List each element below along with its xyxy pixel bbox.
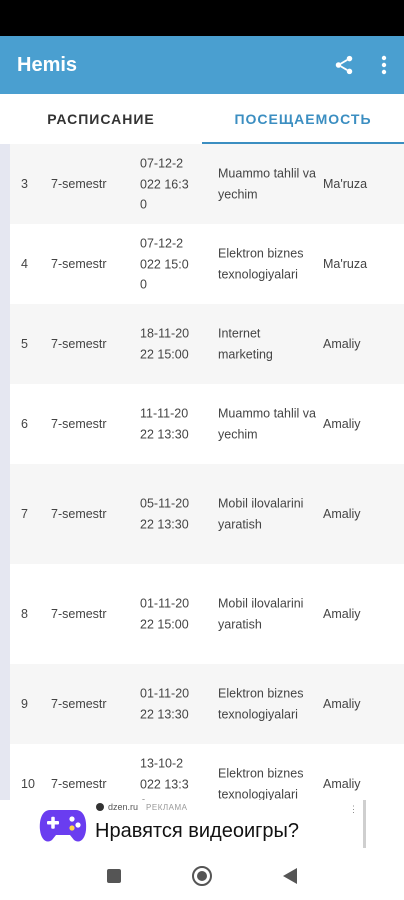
table-row[interactable]: 8 7-semestr 01-11-2022 15:00 Mobil ilova… [10,564,404,664]
row-type: Amaliy [323,506,361,521]
tab-schedule[interactable]: РАСПИСАНИЕ [0,94,202,144]
row-semester: 7-semestr [51,256,107,271]
system-nav-bar [0,852,404,900]
row-semester: 7-semestr [51,776,107,791]
dzen-logo-icon [96,803,104,811]
attendance-table[interactable]: 3 7-semestr 07-12-2022 16:30 Muammo tahl… [0,144,404,800]
row-date: 05-11-2022 13:30 [140,496,190,532]
row-type: Amaliy [323,776,361,791]
home-circle-icon[interactable] [188,862,216,890]
table-left-edge [0,144,10,800]
row-date: 01-11-2022 13:30 [140,686,190,722]
row-date: 11-11-2022 13:30 [140,406,189,442]
row-type: Amaliy [323,336,361,351]
row-date: 01-11-2022 15:00 [140,596,190,632]
table-row[interactable]: 9 7-semestr 01-11-2022 13:30 Elektron bi… [10,664,404,744]
table-row[interactable]: 6 7-semestr 11-11-2022 13:30 Muammo tahl… [10,384,404,464]
row-date: 07-12-2022 16:30 [140,156,189,212]
row-subject: Internet marketing [218,326,273,362]
row-semester: 7-semestr [51,506,107,521]
table-rows: 3 7-semestr 07-12-2022 16:30 Muammo tahl… [10,144,404,800]
status-bar [0,0,404,36]
tab-attendance[interactable]: ПОСЕЩАЕМОСТЬ [202,94,404,144]
row-number: 4 [21,256,28,271]
back-triangle-icon[interactable] [276,862,304,890]
ad-headline: Нравятся видеоигры? [95,820,300,842]
app-bar: Hemis [0,36,404,94]
row-number: 9 [21,696,28,711]
ad-banner[interactable]: dzen.ru РЕКЛАМА ⋮ Нравятся видеоигры? [38,800,366,852]
table-row[interactable]: 7 7-semestr 05-11-2022 13:30 Mobil ilova… [10,464,404,564]
row-date: 07-12-2022 15:00 [140,236,189,292]
ad-label: РЕКЛАМА [146,802,188,812]
table-row[interactable]: 10 7-semestr 13-10-2022 13:30 Elektron b… [10,744,404,800]
tab-bar: РАСПИСАНИЕ ПОСЕЩАЕМОСТЬ [0,94,404,144]
row-subject: Elektron biznes texnologiyalari [218,246,304,282]
row-type: Ma'ruza [323,176,368,191]
row-type: Amaliy [323,696,361,711]
row-number: 6 [21,416,28,431]
row-type: Amaliy [323,606,361,621]
row-semester: 7-semestr [51,416,107,431]
row-number: 3 [21,176,28,191]
row-semester: 7-semestr [51,336,107,351]
row-date: 18-11-2022 15:00 [140,326,190,362]
row-subject: Muammo tahlil va yechim [218,406,316,442]
row-subject: Mobil ilovalarini yaratish [218,496,304,532]
table-row[interactable]: 3 7-semestr 07-12-2022 16:30 Muammo tahl… [10,144,404,224]
ad-menu-icon[interactable]: ⋮ [349,804,358,815]
ad-divider [363,800,366,848]
row-number: 10 [21,776,35,791]
share-icon[interactable] [324,45,364,85]
row-number: 8 [21,606,28,621]
row-type: Ma'ruza [323,256,368,271]
more-vert-icon[interactable] [364,45,404,85]
row-type: Amaliy [323,416,361,431]
recents-square-icon[interactable] [100,862,128,890]
app-title: Hemis [17,53,78,76]
row-number: 7 [21,506,28,521]
table-row[interactable]: 5 7-semestr 18-11-2022 15:00 Internet ma… [10,304,404,384]
row-date: 13-10-2022 13:30 [140,756,189,800]
row-number: 5 [21,336,28,351]
row-subject: Elektron biznes texnologiyalari [218,686,304,722]
table-row[interactable]: 4 7-semestr 07-12-2022 15:00 Elektron bi… [10,224,404,304]
row-subject: Muammo tahlil va yechim [218,166,316,202]
row-subject: Elektron biznes texnologiyalari [218,766,304,801]
row-semester: 7-semestr [51,696,107,711]
app-actions [324,45,404,85]
row-semester: 7-semestr [51,176,107,191]
gamepad-icon [38,804,88,853]
row-subject: Mobil ilovalarini yaratish [218,596,304,632]
ad-source: dzen.ru РЕКЛАМА [96,802,187,812]
ad-source-name: dzen.ru [108,802,139,812]
row-semester: 7-semestr [51,606,107,621]
